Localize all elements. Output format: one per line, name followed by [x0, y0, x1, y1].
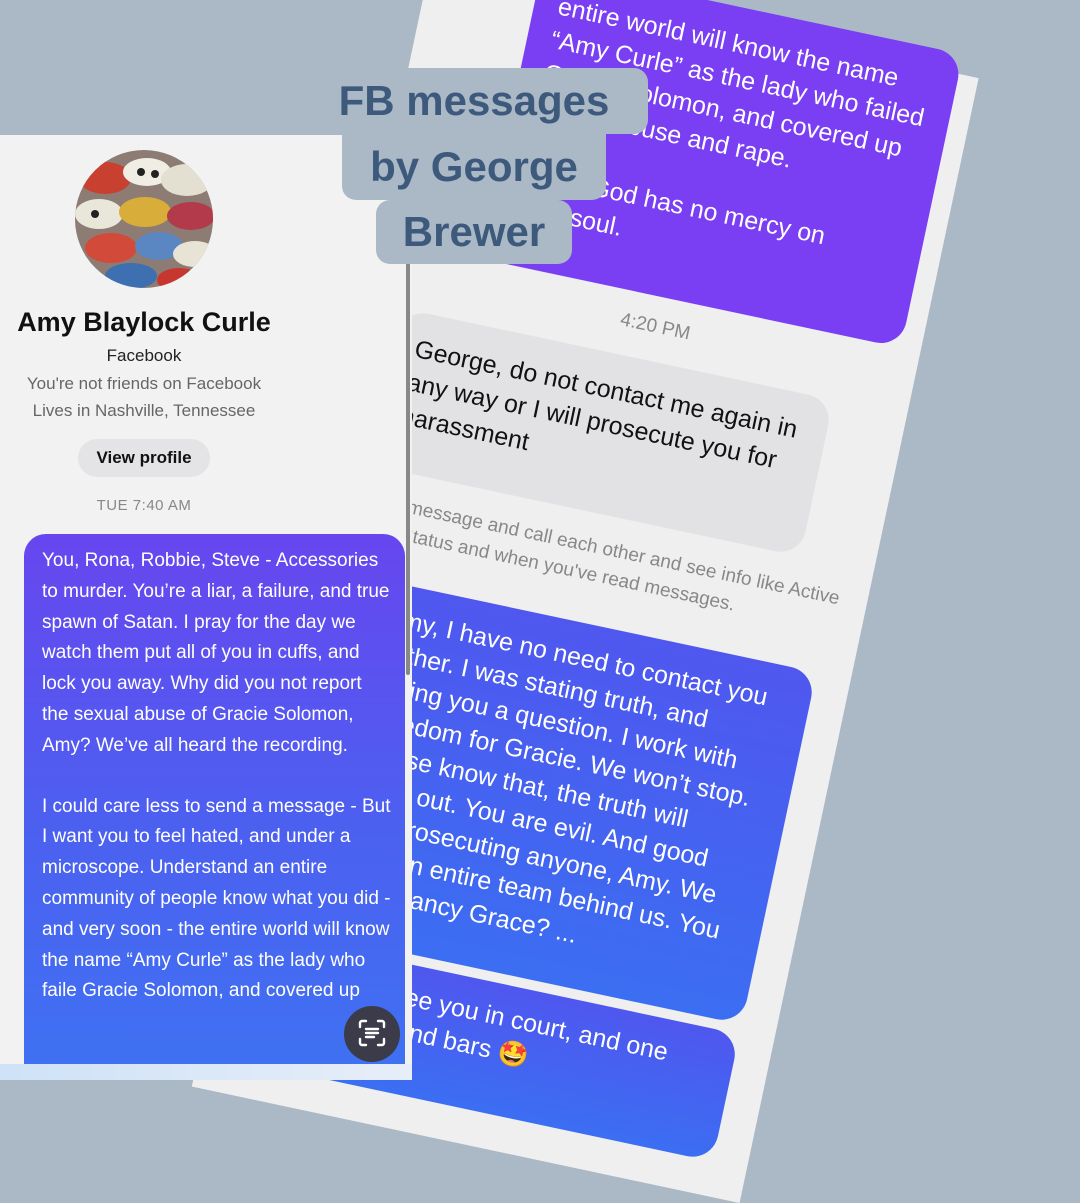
- profile-platform: Facebook: [106, 346, 182, 365]
- title-line-1: FB messages: [300, 68, 648, 134]
- scan-text-icon: [357, 1018, 387, 1051]
- message-bubble-outgoing: You, Rona, Robbie, Steve - Accessories t…: [24, 534, 405, 1080]
- friend-status: You're not friends on Facebook: [26, 374, 262, 393]
- profile-location: Lives in Nashville, Tennessee: [32, 401, 256, 420]
- left-chat-screenshot: Amy Blaylock Curle Facebook You're not f…: [0, 135, 412, 1080]
- profile-avatar: [75, 150, 213, 288]
- title-label: FB messages by George Brewer: [300, 68, 648, 264]
- message-paragraph-1: You, Rona, Robbie, Steve - Accessories t…: [42, 550, 390, 756]
- message-paragraph-2: I could care less to send a message - Bu…: [42, 795, 391, 1002]
- view-profile-button[interactable]: View profile: [78, 439, 210, 477]
- bottom-bar: [0, 1064, 412, 1080]
- scan-text-button[interactable]: [344, 1006, 400, 1062]
- title-line-2: by George: [342, 134, 606, 200]
- message-timestamp: 4:20 PM: [618, 309, 693, 345]
- title-line-3: Brewer: [376, 200, 572, 264]
- message-timestamp: TUE 7:40 AM: [96, 497, 192, 514]
- profile-name: Amy Blaylock Curle: [17, 307, 271, 337]
